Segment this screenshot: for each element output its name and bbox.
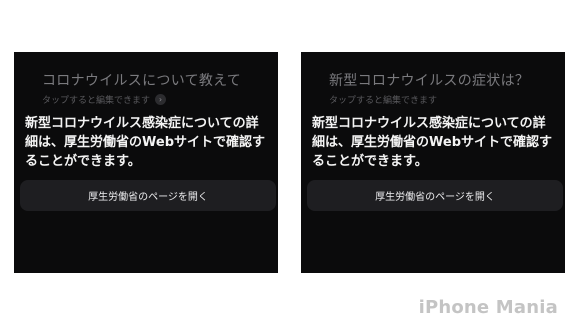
answer-line: ることができます。 <box>312 154 428 169</box>
chevron-right-icon: › <box>155 94 167 105</box>
brand-watermark: iPhone Mania <box>418 297 558 318</box>
page: コロナウイルスについて教えて タップすると編集できます › 新型コロナウイルス感… <box>0 0 580 326</box>
edit-hint[interactable]: タップすると編集できます <box>329 93 437 106</box>
open-mhlw-page-button[interactable]: 厚生労働省のページを開く <box>20 180 276 211</box>
siri-query-text[interactable]: コロナウイルスについて教えて <box>42 70 241 90</box>
siri-panel-left: コロナウイルスについて教えて タップすると編集できます › 新型コロナウイルス感… <box>14 52 278 273</box>
answer-line: ることができます。 <box>25 154 141 169</box>
answer-line: 細は、厚生労働省のWebサイトで確認す <box>25 135 265 150</box>
open-mhlw-page-button-label: 厚生労働省のページを開く <box>375 192 495 203</box>
edit-hint-label: タップすると編集できます <box>329 96 438 106</box>
answer-line: 新型コロナウイルス感染症についての詳 <box>312 116 546 131</box>
answer-line: 細は、厚生労働省のWebサイトで確認す <box>312 135 552 150</box>
open-mhlw-page-button-label: 厚生労働省のページを開く <box>88 192 208 203</box>
edit-hint[interactable]: タップすると編集できます › <box>42 93 167 106</box>
edit-hint-label: タップすると編集できます <box>42 96 151 106</box>
siri-panel-right: 新型コロナウイルスの症状は？ タップすると編集できます 新型コロナウイルス感染症… <box>301 52 565 273</box>
open-mhlw-page-button[interactable]: 厚生労働省のページを開く <box>307 180 563 211</box>
siri-answer: 新型コロナウイルス感染症についての詳 細は、厚生労働省のWebサイトで確認す る… <box>312 114 558 171</box>
siri-query-text[interactable]: 新型コロナウイルスの症状は？ <box>329 70 529 90</box>
siri-answer: 新型コロナウイルス感染症についての詳 細は、厚生労働省のWebサイトで確認す る… <box>25 114 271 171</box>
answer-line: 新型コロナウイルス感染症についての詳 <box>25 116 259 131</box>
